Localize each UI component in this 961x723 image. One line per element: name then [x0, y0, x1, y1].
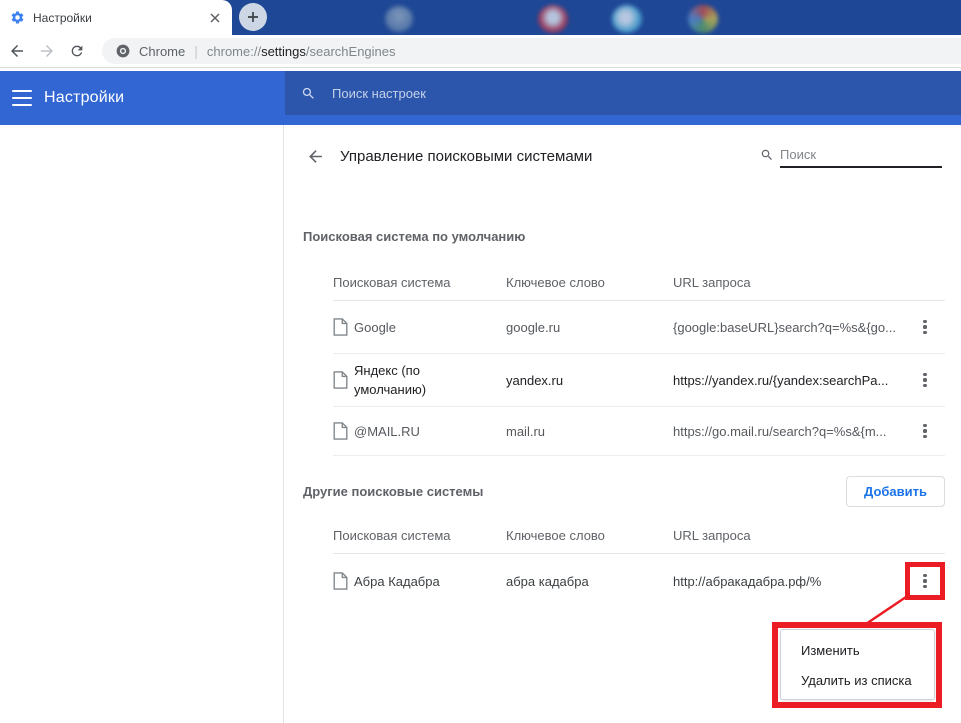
settings-search-box[interactable] — [285, 71, 961, 115]
search-icon — [760, 148, 774, 162]
engine-keyword: абра кадабра — [506, 573, 589, 589]
engine-url: https://yandex.ru/{yandex:searchPa... — [673, 372, 889, 388]
column-header-engine: Поисковая система — [333, 528, 451, 543]
column-header-keyword: Ключевое слово — [506, 528, 605, 543]
subpage-back-arrow-icon[interactable] — [300, 141, 330, 171]
tab-close-icon[interactable] — [206, 9, 224, 27]
context-menu-item-edit[interactable]: Изменить — [781, 635, 934, 665]
subpage-title: Управление поисковыми системами — [340, 147, 593, 165]
other-engines-section-title: Другие поисковые системы — [303, 483, 484, 499]
tab-favicon-gear-icon — [10, 10, 25, 25]
engine-keyword: yandex.ru — [506, 372, 564, 388]
engine-url: http://абракадабра.рф/% — [673, 573, 822, 589]
subpage-search-field — [760, 145, 942, 168]
table-header-row: Поисковая система Ключевое слово URL зап… — [333, 265, 945, 301]
desktop-ghost-icon — [612, 5, 642, 33]
engine-url: {google:baseURL}search?q=%s&{go... — [673, 319, 896, 335]
omnibox-url-host: settings — [261, 43, 306, 59]
browser-window: Настройки Chrome | chrome://settings/sea… — [0, 0, 961, 723]
table-row: Абра Кадабра абра кадабра http://абракад… — [333, 554, 945, 608]
default-engines-table: Поисковая система Ключевое слово URL зап… — [333, 265, 945, 456]
column-header-url: URL запроса — [673, 528, 751, 543]
column-header-keyword: Ключевое слово — [506, 275, 605, 290]
forward-button[interactable] — [34, 38, 60, 64]
desktop-ghost-icon — [385, 6, 413, 32]
omnibox-url-path: /searchEngines — [305, 43, 396, 59]
desktop-ghost-icon — [538, 5, 568, 33]
subpage-search-input[interactable] — [780, 145, 942, 168]
chrome-logo-icon — [116, 44, 130, 58]
table-row: Яндекс (по умолчанию) yandex.ru https://… — [333, 354, 945, 407]
engine-url: https://go.mail.ru/search?q=%s&{m... — [673, 423, 887, 439]
engine-name: Абра Кадабра — [354, 573, 440, 589]
settings-search-input[interactable] — [330, 84, 734, 102]
default-engines-section-title: Поисковая система по умолчанию — [303, 229, 526, 244]
row-menu-dots-icon[interactable] — [917, 418, 932, 445]
browser-toolbar: Chrome | chrome://settings/searchEngines — [0, 35, 961, 68]
back-button[interactable] — [4, 38, 30, 64]
row-menu-dots-icon[interactable] — [917, 367, 932, 394]
engine-name: Google — [354, 319, 396, 335]
browser-tab-settings[interactable]: Настройки — [0, 0, 232, 35]
table-header-row: Поисковая система Ключевое слово URL зап… — [333, 518, 945, 554]
row-context-menu: Изменить Удалить из списка — [780, 629, 935, 700]
document-icon — [333, 371, 348, 389]
context-menu-item-remove[interactable]: Удалить из списка — [781, 665, 934, 695]
refresh-button[interactable] — [64, 38, 90, 64]
desktop-ghost-icon — [688, 5, 718, 33]
row-menu-dots-icon[interactable] — [917, 314, 932, 341]
table-row: Google google.ru {google:baseURL}search?… — [333, 301, 945, 354]
settings-header-title: Настройки — [44, 89, 125, 106]
settings-header: Настройки — [0, 71, 961, 125]
document-icon — [333, 572, 348, 590]
omnibox-url-field[interactable]: Chrome | chrome://settings/searchEngines — [102, 38, 961, 64]
engine-keyword: google.ru — [506, 319, 561, 335]
other-engines-section-header: Другие поисковые системы Добавить — [303, 475, 945, 507]
tab-title: Настройки — [33, 10, 92, 25]
table-row: @MAIL.RU mail.ru https://go.mail.ru/sear… — [333, 407, 945, 456]
omnibox-site-label: Chrome — [139, 43, 186, 59]
new-tab-button[interactable] — [239, 3, 267, 31]
engine-name: Яндекс (по умолчанию) — [354, 363, 427, 397]
column-header-engine: Поисковая система — [333, 275, 451, 290]
plus-icon — [247, 11, 259, 23]
engine-keyword: mail.ru — [506, 423, 546, 439]
other-engines-table: Поисковая система Ключевое слово URL зап… — [333, 518, 945, 608]
omnibox-url-scheme: chrome:// — [206, 43, 262, 59]
search-icon — [301, 86, 316, 101]
hamburger-menu-icon[interactable] — [12, 90, 32, 106]
document-icon — [333, 318, 348, 336]
document-icon — [333, 422, 348, 440]
engine-name: @MAIL.RU — [354, 423, 420, 439]
add-engine-button[interactable]: Добавить — [846, 475, 945, 507]
row-menu-dots-icon[interactable] — [917, 568, 932, 595]
omnibox-separator: | — [194, 43, 198, 59]
column-header-url: URL запроса — [673, 275, 751, 290]
